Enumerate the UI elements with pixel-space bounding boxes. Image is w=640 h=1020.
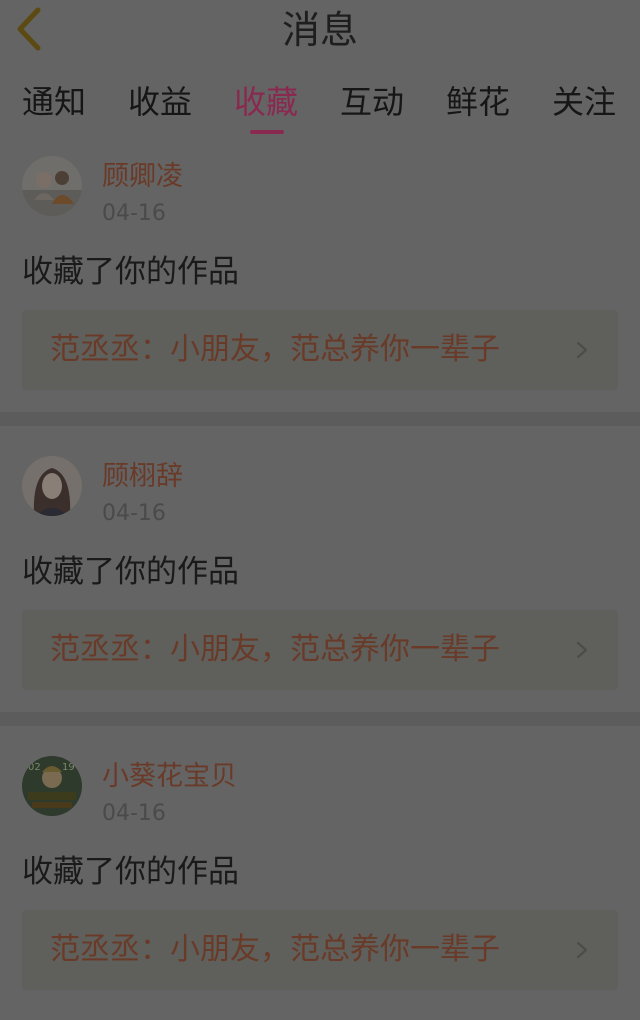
svg-text:19: 19 <box>62 762 75 773</box>
active-tab-indicator <box>250 130 284 134</box>
message-date: 04-16 <box>102 801 166 826</box>
avatar[interactable] <box>22 456 82 516</box>
tab-interactions[interactable]: 互动 <box>340 82 404 122</box>
message-date: 04-16 <box>102 201 166 226</box>
tab-notifications[interactable]: 通知 <box>22 82 86 122</box>
tab-flowers[interactable]: 鲜花 <box>446 82 510 122</box>
message-card: 02 19 小葵花宝贝 04-16 收藏了你的作品 范丞丞：小朋友，范总养你一辈… <box>0 746 640 1020</box>
action-text: 收藏了你的作品 <box>22 554 239 590</box>
svg-text:02: 02 <box>28 762 41 773</box>
header-bar: 消息 <box>0 0 640 67</box>
user-name[interactable]: 小葵花宝贝 <box>102 760 237 794</box>
work-link[interactable]: 范丞丞：小朋友，范总养你一辈子 <box>22 310 618 390</box>
tab-favorites[interactable]: 收藏 <box>234 82 298 122</box>
chevron-right-icon <box>576 641 588 659</box>
chevron-right-icon <box>576 341 588 359</box>
user-name[interactable]: 顾卿凌 <box>102 160 183 194</box>
avatar[interactable] <box>22 156 82 216</box>
tab-following[interactable]: 关注 <box>552 82 616 122</box>
tab-earnings[interactable]: 收益 <box>128 82 192 122</box>
tab-bar: 通知 收益 收藏 互动 鲜花 关注 <box>0 66 640 146</box>
chevron-right-icon <box>576 941 588 959</box>
section-divider <box>0 712 640 726</box>
message-date: 04-16 <box>102 501 166 526</box>
section-divider <box>0 412 640 426</box>
work-title: 范丞丞：小朋友，范总养你一辈子 <box>50 332 500 367</box>
work-title: 范丞丞：小朋友，范总养你一辈子 <box>50 932 500 967</box>
user-name[interactable]: 顾栩辞 <box>102 460 183 494</box>
message-card: 顾卿凌 04-16 收藏了你的作品 范丞丞：小朋友，范总养你一辈子 <box>0 146 640 410</box>
message-screen: 消息 通知 收益 收藏 互动 鲜花 关注 顾卿凌 04-16 收藏了你的作品 范… <box>0 0 640 1020</box>
action-text: 收藏了你的作品 <box>22 254 239 290</box>
work-link[interactable]: 范丞丞：小朋友，范总养你一辈子 <box>22 610 618 690</box>
page-title: 消息 <box>281 8 358 52</box>
work-link[interactable]: 范丞丞：小朋友，范总养你一辈子 <box>22 910 618 990</box>
action-text: 收藏了你的作品 <box>22 854 239 890</box>
work-title: 范丞丞：小朋友，范总养你一辈子 <box>50 632 500 667</box>
message-card: 顾栩辞 04-16 收藏了你的作品 范丞丞：小朋友，范总养你一辈子 <box>0 446 640 710</box>
avatar[interactable]: 02 19 <box>22 756 82 816</box>
